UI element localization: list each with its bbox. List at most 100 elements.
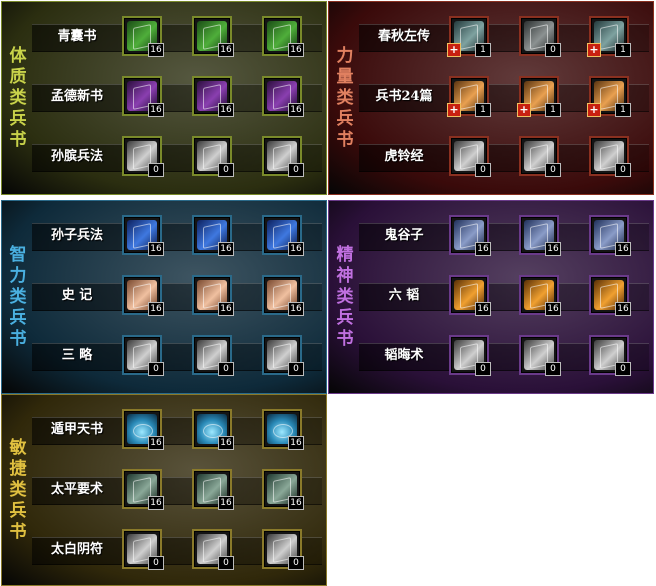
- item-count: 0: [615, 362, 631, 376]
- book-slot[interactable]: 16: [122, 409, 164, 450]
- plus-icon[interactable]: +: [447, 103, 461, 117]
- book-slot[interactable]: 16: [262, 16, 304, 57]
- item-count: 16: [218, 242, 234, 256]
- book-slot[interactable]: 16: [192, 76, 234, 117]
- book-row: 太平要术 16 16 16: [30, 469, 322, 511]
- book-slot[interactable]: 16: [519, 275, 561, 316]
- book-name: 史 记: [61, 288, 93, 303]
- book-slot[interactable]: 16: [122, 469, 164, 510]
- book-row: 鬼谷子 16 16 16: [357, 215, 649, 257]
- book-slot[interactable]: 16: [122, 76, 164, 117]
- plus-icon[interactable]: +: [587, 43, 601, 57]
- item-count: 0: [615, 163, 631, 177]
- item-count: 0: [475, 362, 491, 376]
- book-slot[interactable]: 16: [449, 215, 491, 256]
- plus-icon[interactable]: +: [447, 43, 461, 57]
- book-row: 兵书24篇 +1 +1 +1: [357, 76, 649, 118]
- item-count: 1: [615, 103, 631, 117]
- book-row: 六 韬 16 16 16: [357, 275, 649, 317]
- book-name: 孙膑兵法: [50, 149, 103, 164]
- item-count: 16: [545, 302, 561, 316]
- book-slot[interactable]: 0: [192, 136, 234, 177]
- book-slot[interactable]: 0: [192, 335, 234, 376]
- book-slot[interactable]: 0: [589, 335, 631, 376]
- panel-category-label: 精神类兵书: [336, 244, 354, 349]
- panel-category-label: 力量类兵书: [336, 45, 354, 150]
- book-name: 孙子兵法: [50, 228, 103, 243]
- bingshu-panel: 力量类兵书 春秋左传 +1 0 +1 兵书24篇 +1 +1 +1 虎铃经 0 0 0: [328, 1, 654, 195]
- item-count: 0: [545, 362, 561, 376]
- book-name: 太平要术: [50, 482, 103, 497]
- panel-category-label: 敏捷类兵书: [9, 437, 27, 542]
- book-slot[interactable]: 16: [192, 16, 234, 57]
- book-slot[interactable]: 16: [192, 215, 234, 256]
- item-count: 16: [288, 302, 304, 316]
- item-count: 1: [615, 43, 631, 57]
- book-slot[interactable]: 0: [122, 335, 164, 376]
- item-count: 0: [218, 362, 234, 376]
- book-slot[interactable]: 16: [589, 275, 631, 316]
- item-count: 0: [148, 163, 164, 177]
- book-name: 太白阴符: [50, 542, 103, 557]
- item-count: 0: [545, 163, 561, 177]
- book-slot[interactable]: 0: [449, 136, 491, 177]
- book-slot[interactable]: 0: [519, 16, 561, 57]
- panel-category-title: 精神类兵书: [333, 201, 357, 393]
- book-slot[interactable]: 16: [262, 275, 304, 316]
- book-slot[interactable]: 16: [122, 215, 164, 256]
- book-slot[interactable]: 16: [192, 469, 234, 510]
- book-slot[interactable]: +1: [587, 76, 631, 117]
- panel-category-title: 敏捷类兵书: [6, 395, 30, 585]
- book-slot[interactable]: 0: [122, 529, 164, 570]
- item-count: 16: [545, 242, 561, 256]
- panel-category-label: 体质类兵书: [9, 45, 27, 150]
- book-slot[interactable]: +1: [517, 76, 561, 117]
- book-slot[interactable]: 0: [262, 529, 304, 570]
- book-slot[interactable]: 16: [449, 275, 491, 316]
- book-slot[interactable]: +1: [447, 16, 491, 57]
- book-name: 春秋左传: [377, 29, 430, 44]
- book-slot[interactable]: 0: [519, 335, 561, 376]
- book-slot[interactable]: 0: [192, 529, 234, 570]
- book-row: 韬晦术 0 0 0: [357, 335, 649, 377]
- item-count: 16: [218, 302, 234, 316]
- item-count: 16: [218, 496, 234, 510]
- book-slot[interactable]: 16: [122, 16, 164, 57]
- book-slot[interactable]: 16: [519, 215, 561, 256]
- book-slot[interactable]: 16: [589, 215, 631, 256]
- book-slot[interactable]: 0: [262, 335, 304, 376]
- bingshu-panel: 精神类兵书 鬼谷子 16 16 16 六 韬 16 16 16 韬晦术 0 0 0: [328, 200, 654, 394]
- book-name: 孟德新书: [50, 89, 103, 104]
- book-row: 孙子兵法 16 16 16: [30, 215, 322, 257]
- book-slot[interactable]: 0: [449, 335, 491, 376]
- bingshu-panel: 体质类兵书 青囊书 16 16 16 孟德新书 16 16 16 孙膑兵法 0 0 0: [1, 1, 327, 195]
- book-slot[interactable]: 16: [262, 469, 304, 510]
- item-count: 0: [545, 43, 561, 57]
- item-count: 16: [615, 302, 631, 316]
- book-slot[interactable]: 16: [262, 409, 304, 450]
- book-name: 鬼谷子: [384, 228, 424, 243]
- book-slot[interactable]: +1: [447, 76, 491, 117]
- book-name: 青囊书: [57, 29, 97, 44]
- plus-icon[interactable]: +: [517, 103, 531, 117]
- book-slot[interactable]: 16: [192, 275, 234, 316]
- book-slot[interactable]: 0: [122, 136, 164, 177]
- book-slot[interactable]: +1: [587, 16, 631, 57]
- book-row: 春秋左传 +1 0 +1: [357, 16, 649, 58]
- book-slot[interactable]: 16: [122, 275, 164, 316]
- book-row: 虎铃经 0 0 0: [357, 136, 649, 178]
- item-count: 0: [218, 556, 234, 570]
- book-slot[interactable]: 16: [262, 215, 304, 256]
- book-slot[interactable]: 0: [589, 136, 631, 177]
- book-slot[interactable]: 16: [192, 409, 234, 450]
- book-slot[interactable]: 0: [262, 136, 304, 177]
- book-slot[interactable]: 0: [519, 136, 561, 177]
- book-slot[interactable]: 16: [262, 76, 304, 117]
- book-name: 遁甲天书: [50, 422, 103, 437]
- item-count: 0: [218, 163, 234, 177]
- plus-icon[interactable]: +: [587, 103, 601, 117]
- book-name: 三 略: [61, 348, 93, 363]
- item-count: 1: [475, 43, 491, 57]
- book-name: 兵书24篇: [375, 89, 433, 104]
- item-count: 0: [148, 556, 164, 570]
